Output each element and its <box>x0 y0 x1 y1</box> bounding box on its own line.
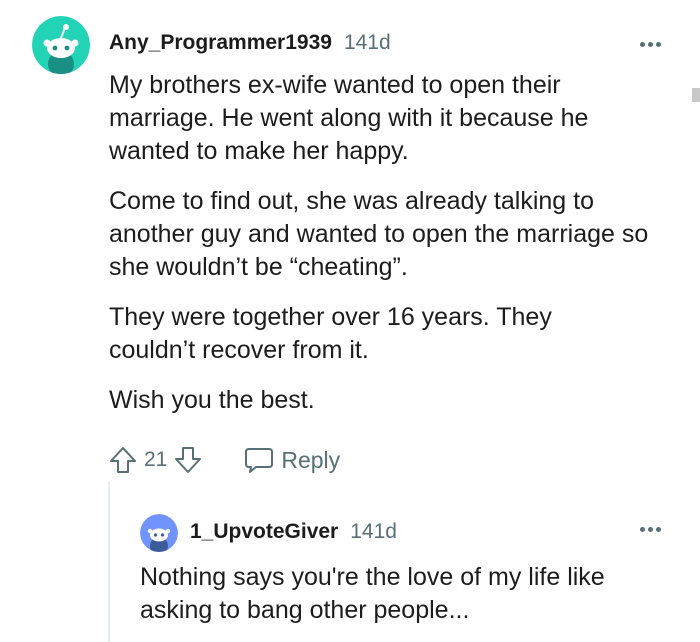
scrollbar[interactable] <box>692 88 700 102</box>
avatar[interactable] <box>32 16 90 74</box>
ellipsis-icon <box>640 42 645 47</box>
reply-text: Nothing says you're the love of my life … <box>140 563 605 624</box>
vote-score: 21 <box>144 448 168 471</box>
ellipsis-dot <box>648 42 653 47</box>
avatar[interactable] <box>140 514 178 552</box>
reply-header: 1_UpvoteGiver 141d <box>190 520 397 544</box>
more-options-button[interactable] <box>640 527 661 532</box>
more-options-button[interactable] <box>640 42 661 47</box>
timestamp: 141d <box>350 520 397 543</box>
comment-actions: 21 Reply <box>108 445 340 475</box>
comment-paragraph: My brothers ex-wife wanted to open their… <box>109 71 589 165</box>
username[interactable]: 1_UpvoteGiver <box>190 520 338 544</box>
reply-button[interactable]: Reply <box>243 445 340 475</box>
ellipsis-dot <box>648 527 653 532</box>
reply-label: Reply <box>281 446 341 473</box>
comment-paragraph: Come to find out, she was already talkin… <box>109 187 649 281</box>
ellipsis-dot <box>656 527 661 532</box>
downvote-arrow-icon[interactable] <box>173 445 203 475</box>
username[interactable]: Any_Programmer1939 <box>109 31 332 55</box>
thread-line[interactable] <box>108 482 110 642</box>
snoo-avatar-icon <box>140 514 178 552</box>
ellipsis-dot <box>656 42 661 47</box>
timestamp: 141d <box>343 31 391 54</box>
snoo-avatar-icon <box>32 16 90 74</box>
comment-paragraph: Wish you the best. <box>109 386 315 414</box>
comment-header: Any_Programmer1939 141d <box>109 31 391 55</box>
upvote-arrow-icon[interactable] <box>108 445 138 475</box>
comment-paragraph: They were together over 16 years. They c… <box>109 303 552 364</box>
ellipsis-icon <box>640 527 645 532</box>
speech-bubble-icon <box>245 448 274 473</box>
